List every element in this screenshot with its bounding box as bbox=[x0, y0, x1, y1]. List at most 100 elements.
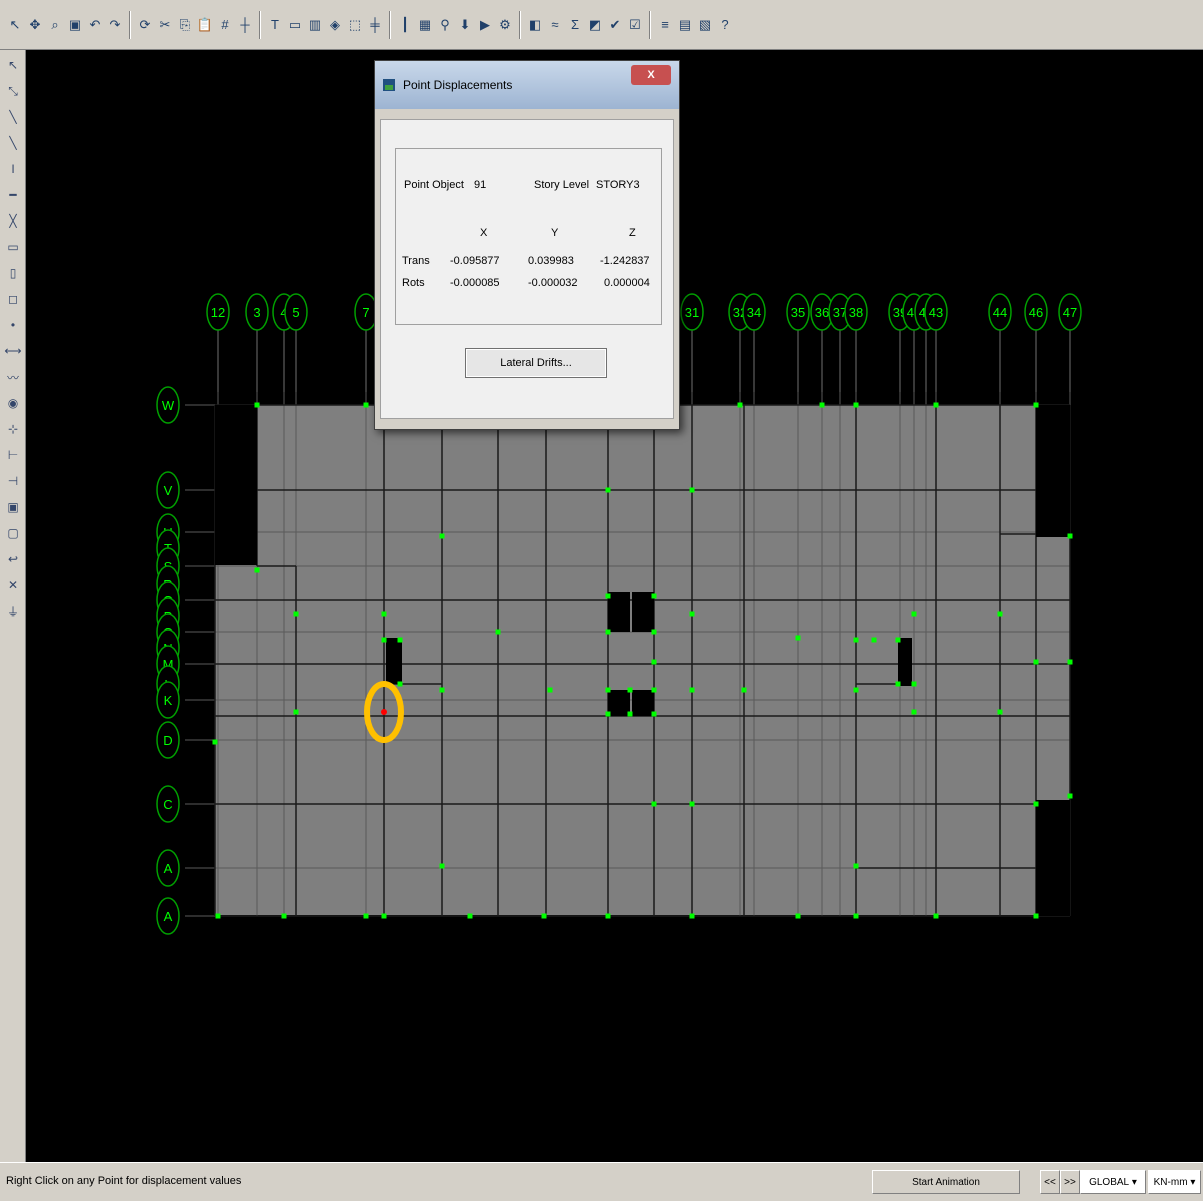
section-icon[interactable]: ╪ bbox=[366, 14, 384, 36]
refresh-icon[interactable]: ⟳ bbox=[136, 14, 154, 36]
slab-area[interactable] bbox=[215, 405, 1070, 915]
table-icon[interactable]: ▤ bbox=[676, 14, 694, 36]
wall-icon[interactable]: ▯ bbox=[2, 262, 24, 284]
joint-point[interactable] bbox=[439, 863, 445, 869]
area-icon[interactable]: ▭ bbox=[2, 236, 24, 258]
check-icon[interactable]: ☑ bbox=[626, 14, 644, 36]
save-icon[interactable]: ▣ bbox=[66, 14, 84, 36]
brace-icon[interactable]: ╳ bbox=[2, 210, 24, 232]
joint-point[interactable] bbox=[1033, 659, 1039, 665]
joint-point[interactable] bbox=[819, 402, 825, 408]
joint-point[interactable] bbox=[212, 739, 218, 745]
grid-icon[interactable]: # bbox=[216, 14, 234, 36]
opening-icon[interactable]: ◻ bbox=[2, 288, 24, 310]
display-icon[interactable]: ◧ bbox=[526, 14, 544, 36]
frame-icon[interactable]: ┃ bbox=[396, 14, 414, 36]
elevation-icon[interactable]: ▥ bbox=[306, 14, 324, 36]
joint-point[interactable] bbox=[1033, 801, 1039, 807]
joint-point[interactable] bbox=[397, 681, 403, 687]
joint-point[interactable] bbox=[293, 709, 299, 715]
joint-point[interactable] bbox=[911, 611, 917, 617]
link-icon[interactable]: ⟷ bbox=[2, 340, 24, 362]
deselect-icon[interactable]: ▢ bbox=[2, 522, 24, 544]
link-icon[interactable]: ⚲ bbox=[436, 14, 454, 36]
previous-icon[interactable]: ↩ bbox=[2, 548, 24, 570]
joint-point[interactable] bbox=[689, 611, 695, 617]
3d-icon[interactable]: ◈ bbox=[326, 14, 344, 36]
joint-point[interactable] bbox=[795, 913, 801, 919]
line-icon[interactable]: ╲ bbox=[2, 132, 24, 154]
text-icon[interactable]: T bbox=[266, 14, 284, 36]
joint-point[interactable] bbox=[853, 637, 859, 643]
joint-point[interactable] bbox=[911, 681, 917, 687]
joint-point[interactable] bbox=[381, 637, 387, 643]
joint-point[interactable] bbox=[689, 687, 695, 693]
area-icon[interactable]: ▦ bbox=[416, 14, 434, 36]
joint-point[interactable] bbox=[293, 611, 299, 617]
joint-point[interactable] bbox=[254, 402, 260, 408]
pointer-icon[interactable]: ↖ bbox=[2, 54, 24, 76]
joint-point[interactable] bbox=[627, 687, 633, 693]
grid-bubble-y-K[interactable]: K bbox=[156, 681, 180, 719]
joint-point[interactable] bbox=[281, 913, 287, 919]
joint-point[interactable] bbox=[689, 801, 695, 807]
start-animation-button[interactable]: Start Animation bbox=[872, 1170, 1020, 1194]
joint-point[interactable] bbox=[651, 659, 657, 665]
undo-icon[interactable]: ↶ bbox=[86, 14, 104, 36]
grid-bubble-x-12[interactable]: 12 bbox=[206, 293, 230, 331]
grid-bubble-x-3[interactable]: 3 bbox=[245, 293, 269, 331]
joint-point[interactable] bbox=[605, 687, 611, 693]
joint-point[interactable] bbox=[853, 687, 859, 693]
joint-point[interactable] bbox=[397, 637, 403, 643]
joint-point[interactable] bbox=[439, 687, 445, 693]
joint-point[interactable] bbox=[1067, 533, 1073, 539]
pointer-icon[interactable]: ↖ bbox=[6, 14, 24, 36]
cut-icon[interactable]: ✂ bbox=[156, 14, 174, 36]
beam-icon[interactable]: ━ bbox=[2, 184, 24, 206]
plan-icon[interactable]: ▭ bbox=[286, 14, 304, 36]
joint-point[interactable] bbox=[895, 637, 901, 643]
joint-point[interactable] bbox=[741, 687, 747, 693]
grid-bubble-x-38[interactable]: 38 bbox=[844, 293, 868, 331]
joint-point[interactable] bbox=[795, 635, 801, 641]
clear-icon[interactable]: ✕ bbox=[2, 574, 24, 596]
joint-point[interactable] bbox=[254, 567, 260, 573]
help-icon[interactable]: ? bbox=[716, 14, 734, 36]
grid-bubble-x-44[interactable]: 44 bbox=[988, 293, 1012, 331]
snap-mid-icon[interactable]: ⊣ bbox=[2, 470, 24, 492]
joint-point[interactable] bbox=[605, 629, 611, 635]
point-icon[interactable]: • bbox=[2, 314, 24, 336]
joint-point[interactable] bbox=[997, 709, 1003, 715]
joint-point[interactable] bbox=[495, 629, 501, 635]
design-icon[interactable]: ✔ bbox=[606, 14, 624, 36]
joint-point[interactable] bbox=[933, 402, 939, 408]
joint-point[interactable] bbox=[689, 487, 695, 493]
grid-bubble-x-35[interactable]: 35 bbox=[786, 293, 810, 331]
grid-bubble-y-A[interactable]: A bbox=[156, 849, 180, 887]
paste-icon[interactable]: 📋 bbox=[196, 14, 214, 36]
joint-point[interactable] bbox=[651, 801, 657, 807]
select-all-icon[interactable]: ▣ bbox=[2, 496, 24, 518]
grid-bubble-x-5[interactable]: 5 bbox=[284, 293, 308, 331]
joint-point[interactable] bbox=[363, 913, 369, 919]
joint-point[interactable] bbox=[1067, 793, 1073, 799]
grid-bubble-x-46[interactable]: 46 bbox=[1024, 293, 1048, 331]
joint-point[interactable] bbox=[605, 593, 611, 599]
joint-point[interactable] bbox=[439, 533, 445, 539]
joint-point[interactable] bbox=[1033, 402, 1039, 408]
joint-point[interactable] bbox=[363, 402, 369, 408]
joint-point[interactable] bbox=[381, 913, 387, 919]
snap-end-icon[interactable]: ⊢ bbox=[2, 444, 24, 466]
next-button[interactable]: >> bbox=[1060, 1170, 1080, 1194]
lateral-drifts-button[interactable]: Lateral Drifts... bbox=[465, 348, 607, 378]
joint-point[interactable] bbox=[381, 611, 387, 617]
joint-point[interactable] bbox=[853, 402, 859, 408]
axis-icon[interactable]: ┼ bbox=[236, 14, 254, 36]
grid-bubble-x-43[interactable]: 43 bbox=[924, 293, 948, 331]
selected-point[interactable] bbox=[381, 709, 387, 715]
grid-bubble-x-34[interactable]: 34 bbox=[742, 293, 766, 331]
joint-point[interactable] bbox=[651, 629, 657, 635]
joint-point[interactable] bbox=[853, 863, 859, 869]
grid-bubble-y-W[interactable]: W bbox=[156, 386, 180, 424]
previous-button[interactable]: << bbox=[1040, 1170, 1060, 1194]
